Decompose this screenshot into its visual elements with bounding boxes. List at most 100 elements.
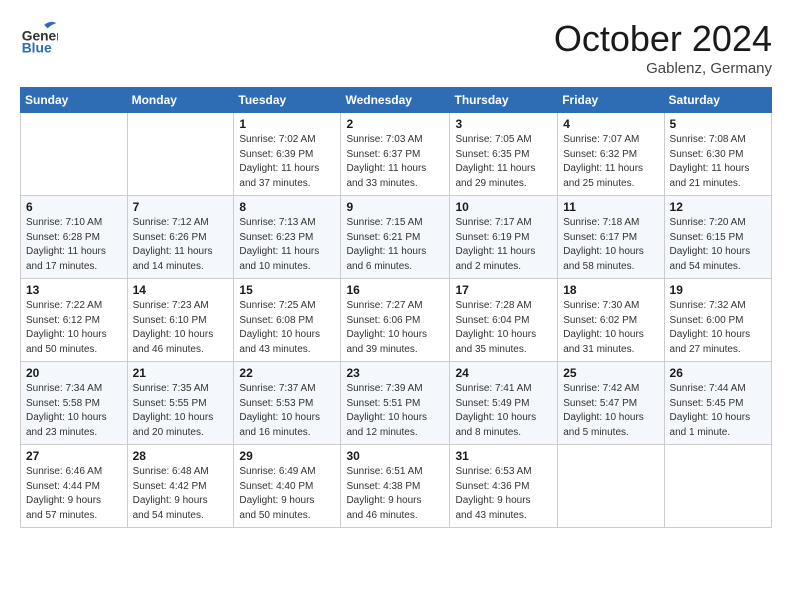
day-content: Sunrise: 7:34 AM Sunset: 5:58 PM Dayligh… — [26, 382, 122, 440]
calendar-cell-w2-d2: 7 Sunrise: 7:12 AM Sunset: 6:26 PM Daylig… — [127, 196, 234, 279]
calendar-cell-w1-d4: 2 Sunrise: 7:03 AM Sunset: 6:37 PM Daylig… — [341, 113, 450, 196]
calendar-header-row: Sunday Monday Tuesday Wednesday Thursday… — [21, 88, 772, 113]
calendar-cell-w1-d1 — [21, 113, 128, 196]
day-number: 30 — [346, 449, 444, 463]
day-number: 13 — [26, 283, 122, 297]
calendar-cell-w1-d3: 1 Sunrise: 7:02 AM Sunset: 6:39 PM Daylig… — [234, 113, 341, 196]
calendar-cell-w3-d1: 13 Sunrise: 7:22 AM Sunset: 6:12 PM Dayli… — [21, 279, 128, 362]
day-number: 8 — [239, 200, 335, 214]
logo-icon: General Blue — [20, 18, 58, 56]
col-saturday: Saturday — [664, 88, 771, 113]
svg-text:Blue: Blue — [22, 40, 52, 56]
calendar-cell-w1-d7: 5 Sunrise: 7:08 AM Sunset: 6:30 PM Daylig… — [664, 113, 771, 196]
day-number: 16 — [346, 283, 444, 297]
calendar-cell-w1-d5: 3 Sunrise: 7:05 AM Sunset: 6:35 PM Daylig… — [450, 113, 558, 196]
day-number: 11 — [563, 200, 658, 214]
day-content: Sunrise: 7:18 AM Sunset: 6:17 PM Dayligh… — [563, 216, 658, 274]
day-number: 6 — [26, 200, 122, 214]
day-number: 18 — [563, 283, 658, 297]
calendar-cell-w2-d1: 6 Sunrise: 7:10 AM Sunset: 6:28 PM Daylig… — [21, 196, 128, 279]
calendar-cell-w3-d7: 19 Sunrise: 7:32 AM Sunset: 6:00 PM Dayli… — [664, 279, 771, 362]
day-number: 24 — [455, 366, 552, 380]
day-number: 31 — [455, 449, 552, 463]
day-content: Sunrise: 7:41 AM Sunset: 5:49 PM Dayligh… — [455, 382, 552, 440]
day-content: Sunrise: 7:05 AM Sunset: 6:35 PM Dayligh… — [455, 133, 552, 191]
calendar-cell-w3-d3: 15Sunrise: 7:25 AM Sunset: 6:08 PM Dayli… — [234, 279, 341, 362]
day-content: Sunrise: 6:51 AM Sunset: 4:38 PM Dayligh… — [346, 465, 444, 523]
calendar-cell-w5-d3: 29Sunrise: 6:49 AM Sunset: 4:40 PM Dayli… — [234, 445, 341, 528]
calendar-cell-w4-d4: 23Sunrise: 7:39 AM Sunset: 5:51 PM Dayli… — [341, 362, 450, 445]
day-number: 9 — [346, 200, 444, 214]
day-number: 20 — [26, 366, 122, 380]
day-number: 7 — [133, 200, 229, 214]
day-number: 2 — [346, 117, 444, 131]
calendar-cell-w5-d6 — [558, 445, 664, 528]
calendar-cell-w5-d5: 31 Sunrise: 6:53 AM Sunset: 4:36 PM Dayli… — [450, 445, 558, 528]
calendar-cell-w5-d7 — [664, 445, 771, 528]
day-content: Sunrise: 6:49 AM Sunset: 4:40 PM Dayligh… — [239, 465, 335, 523]
day-content: Sunrise: 7:35 AM Sunset: 5:55 PM Dayligh… — [133, 382, 229, 440]
calendar-cell-w2-d4: 9 Sunrise: 7:15 AM Sunset: 6:21 PM Daylig… — [341, 196, 450, 279]
day-content: Sunrise: 7:12 AM Sunset: 6:26 PM Dayligh… — [133, 216, 229, 274]
day-content: Sunrise: 7:32 AM Sunset: 6:00 PM Dayligh… — [670, 299, 766, 357]
day-number: 5 — [670, 117, 766, 131]
day-number: 17 — [455, 283, 552, 297]
day-number: 25 — [563, 366, 658, 380]
day-content: Sunrise: 7:28 AM Sunset: 6:04 PM Dayligh… — [455, 299, 552, 357]
day-content: Sunrise: 7:03 AM Sunset: 6:37 PM Dayligh… — [346, 133, 444, 191]
calendar-week-2: 6 Sunrise: 7:10 AM Sunset: 6:28 PM Daylig… — [21, 196, 772, 279]
calendar-cell-w4-d3: 22 Sunrise: 7:37 AM Sunset: 5:53 PM Dayli… — [234, 362, 341, 445]
day-content: Sunrise: 7:23 AM Sunset: 6:10 PM Dayligh… — [133, 299, 229, 357]
calendar-cell-w3-d5: 17 Sunrise: 7:28 AM Sunset: 6:04 PM Dayli… — [450, 279, 558, 362]
calendar-cell-w2-d7: 12Sunrise: 7:20 AM Sunset: 6:15 PM Dayli… — [664, 196, 771, 279]
day-content: Sunrise: 6:48 AM Sunset: 4:42 PM Dayligh… — [133, 465, 229, 523]
day-number: 1 — [239, 117, 335, 131]
location: Gablenz, Germany — [554, 60, 772, 77]
day-content: Sunrise: 7:15 AM Sunset: 6:21 PM Dayligh… — [346, 216, 444, 274]
calendar-cell-w4-d7: 26Sunrise: 7:44 AM Sunset: 5:45 PM Dayli… — [664, 362, 771, 445]
logo: General Blue — [20, 18, 62, 56]
day-content: Sunrise: 7:22 AM Sunset: 6:12 PM Dayligh… — [26, 299, 122, 357]
day-number: 10 — [455, 200, 552, 214]
day-number: 26 — [670, 366, 766, 380]
day-content: Sunrise: 7:08 AM Sunset: 6:30 PM Dayligh… — [670, 133, 766, 191]
calendar-cell-w2-d5: 10Sunrise: 7:17 AM Sunset: 6:19 PM Dayli… — [450, 196, 558, 279]
calendar-cell-w2-d3: 8 Sunrise: 7:13 AM Sunset: 6:23 PM Daylig… — [234, 196, 341, 279]
day-number: 23 — [346, 366, 444, 380]
calendar-cell-w1-d2 — [127, 113, 234, 196]
day-number: 27 — [26, 449, 122, 463]
title-area: October 2024 Gablenz, Germany — [554, 18, 772, 77]
calendar-cell-w5-d2: 28 Sunrise: 6:48 AM Sunset: 4:42 PM Dayli… — [127, 445, 234, 528]
day-content: Sunrise: 7:20 AM Sunset: 6:15 PM Dayligh… — [670, 216, 766, 274]
day-number: 22 — [239, 366, 335, 380]
day-number: 19 — [670, 283, 766, 297]
day-content: Sunrise: 6:46 AM Sunset: 4:44 PM Dayligh… — [26, 465, 122, 523]
header: General Blue October 2024 Gablenz, Germa… — [20, 18, 772, 77]
day-content: Sunrise: 7:02 AM Sunset: 6:39 PM Dayligh… — [239, 133, 335, 191]
calendar-cell-w4-d2: 21 Sunrise: 7:35 AM Sunset: 5:55 PM Dayli… — [127, 362, 234, 445]
day-content: Sunrise: 7:30 AM Sunset: 6:02 PM Dayligh… — [563, 299, 658, 357]
day-content: Sunrise: 7:13 AM Sunset: 6:23 PM Dayligh… — [239, 216, 335, 274]
calendar-cell-w4-d1: 20 Sunrise: 7:34 AM Sunset: 5:58 PM Dayli… — [21, 362, 128, 445]
day-content: Sunrise: 7:37 AM Sunset: 5:53 PM Dayligh… — [239, 382, 335, 440]
calendar-cell-w3-d6: 18 Sunrise: 7:30 AM Sunset: 6:02 PM Dayli… — [558, 279, 664, 362]
day-content: Sunrise: 7:27 AM Sunset: 6:06 PM Dayligh… — [346, 299, 444, 357]
col-sunday: Sunday — [21, 88, 128, 113]
page: General Blue October 2024 Gablenz, Germa… — [0, 0, 792, 538]
col-tuesday: Tuesday — [234, 88, 341, 113]
day-content: Sunrise: 7:10 AM Sunset: 6:28 PM Dayligh… — [26, 216, 122, 274]
day-number: 28 — [133, 449, 229, 463]
calendar-cell-w1-d6: 4Sunrise: 7:07 AM Sunset: 6:32 PM Daylig… — [558, 113, 664, 196]
day-content: Sunrise: 6:53 AM Sunset: 4:36 PM Dayligh… — [455, 465, 552, 523]
calendar-cell-w5-d1: 27 Sunrise: 6:46 AM Sunset: 4:44 PM Dayli… — [21, 445, 128, 528]
calendar-cell-w2-d6: 11 Sunrise: 7:18 AM Sunset: 6:17 PM Dayli… — [558, 196, 664, 279]
calendar-cell-w5-d4: 30 Sunrise: 6:51 AM Sunset: 4:38 PM Dayli… — [341, 445, 450, 528]
month-title: October 2024 — [554, 18, 772, 60]
col-thursday: Thursday — [450, 88, 558, 113]
calendar-cell-w3-d4: 16 Sunrise: 7:27 AM Sunset: 6:06 PM Dayli… — [341, 279, 450, 362]
day-number: 3 — [455, 117, 552, 131]
calendar-cell-w4-d5: 24 Sunrise: 7:41 AM Sunset: 5:49 PM Dayli… — [450, 362, 558, 445]
calendar-cell-w4-d6: 25Sunrise: 7:42 AM Sunset: 5:47 PM Dayli… — [558, 362, 664, 445]
calendar-week-4: 20 Sunrise: 7:34 AM Sunset: 5:58 PM Dayli… — [21, 362, 772, 445]
day-number: 21 — [133, 366, 229, 380]
